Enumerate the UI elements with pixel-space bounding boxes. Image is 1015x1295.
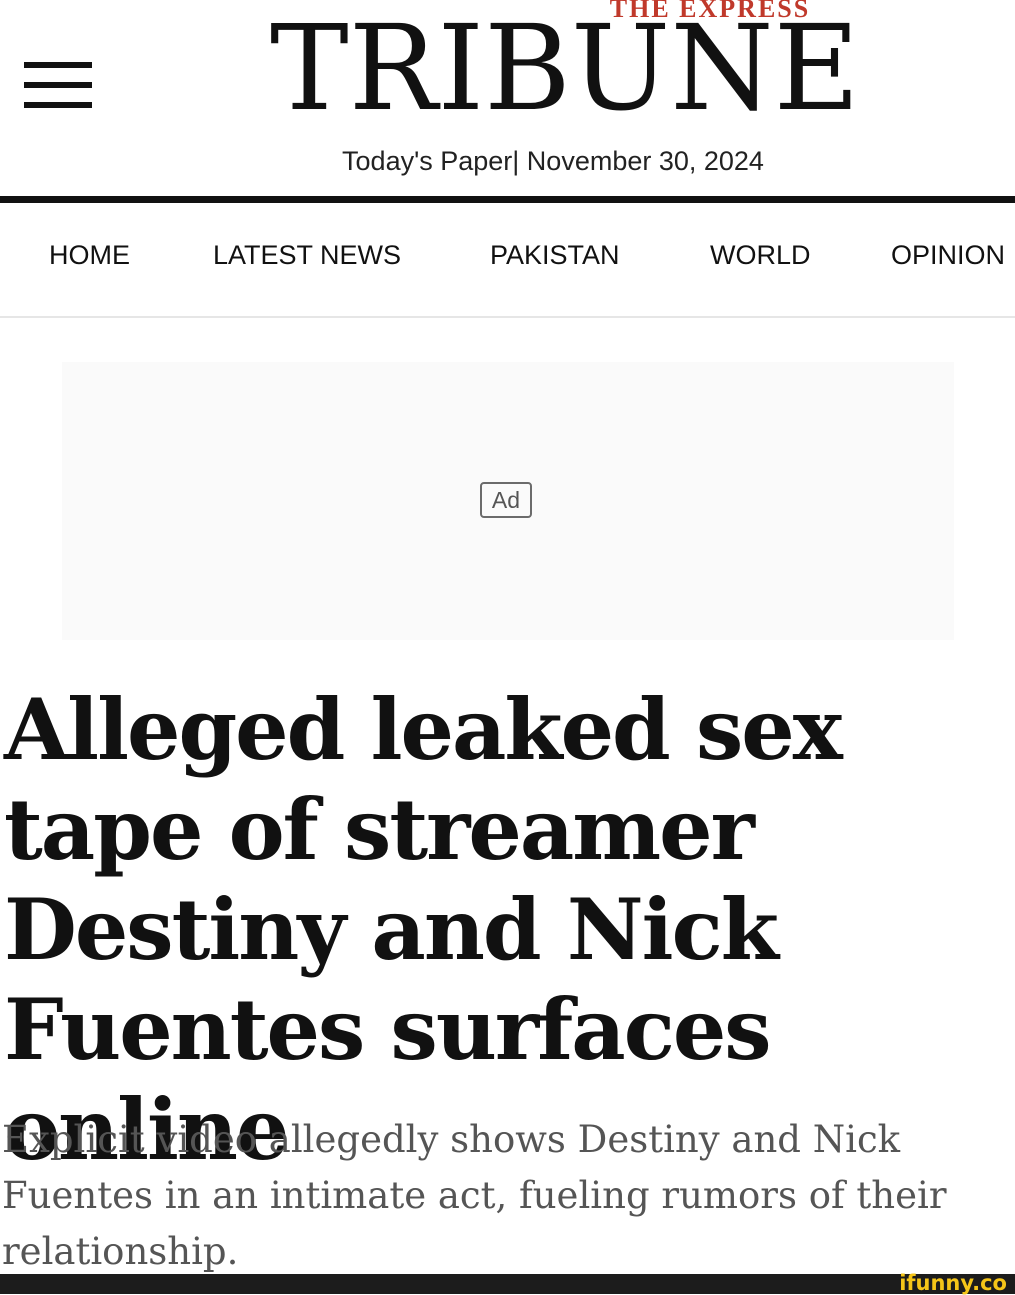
- hamburger-menu-icon[interactable]: [24, 62, 92, 108]
- article-headline: Alleged leaked sex tape of streamer Dest…: [4, 680, 843, 1179]
- nav-divider: [0, 316, 1015, 318]
- ad-slot[interactable]: Ad: [62, 362, 954, 640]
- menu-bar-bottom: [24, 102, 92, 108]
- nav-item-home[interactable]: HOME: [49, 240, 130, 271]
- menu-bar-top: [24, 62, 92, 68]
- todays-paper-link[interactable]: Today's Paper| November 30, 2024: [0, 146, 1015, 177]
- nav-item-opinion[interactable]: OPINION: [891, 240, 1005, 271]
- ad-badge: Ad: [480, 482, 532, 518]
- nav-item-world[interactable]: WORLD: [710, 240, 811, 271]
- header-divider: [0, 196, 1015, 203]
- ifunny-watermark: ifunny.co: [899, 1271, 1007, 1295]
- article-subheadline: Explicit video allegedly shows Destiny a…: [2, 1118, 947, 1273]
- main-nav: HOME LATEST NEWS PAKISTAN WORLD OPINION: [0, 240, 1015, 276]
- nav-item-pakistan[interactable]: PAKISTAN: [490, 240, 620, 271]
- menu-bar-middle: [24, 82, 92, 88]
- site-logo[interactable]: TRIBUNE: [270, 4, 860, 132]
- nav-item-latest-news[interactable]: LATEST NEWS: [213, 240, 401, 271]
- bottom-watermark-bar: ifunny.co: [0, 1271, 1015, 1295]
